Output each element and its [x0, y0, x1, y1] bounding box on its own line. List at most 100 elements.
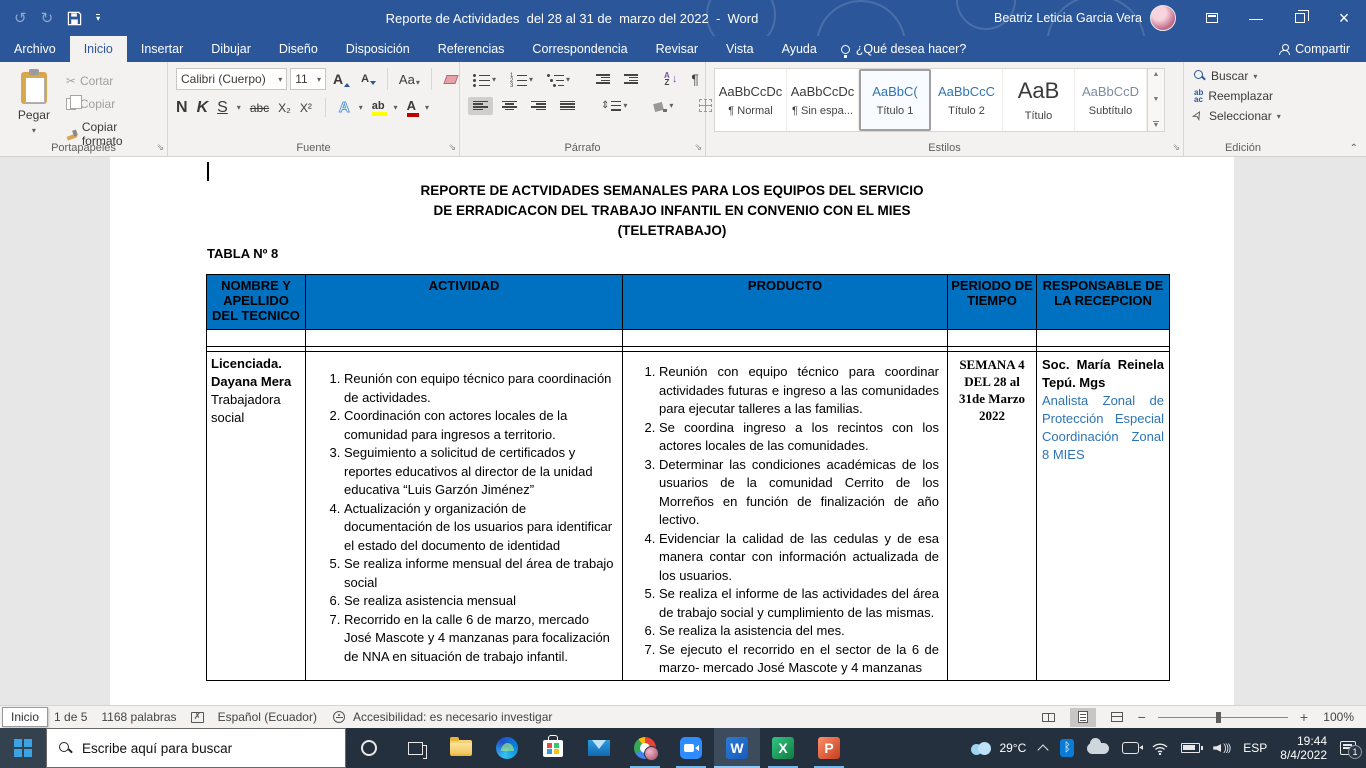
cut-button[interactable]: ✂Cortar: [62, 72, 165, 90]
grow-font-button[interactable]: A: [329, 70, 354, 88]
taskbar-search-box[interactable]: Escribe aquí para buscar: [46, 728, 346, 768]
paste-button[interactable]: Pegar ▾: [6, 66, 62, 138]
tab-correspondencia[interactable]: Correspondencia: [518, 36, 641, 62]
bluetooth-icon[interactable]: [1060, 739, 1074, 757]
proofing-icon[interactable]: [191, 712, 204, 723]
italic-button[interactable]: K: [197, 99, 209, 117]
tab-dibujar[interactable]: Dibujar: [197, 36, 265, 62]
language-indicator[interactable]: Español (Ecuador): [218, 710, 317, 724]
tray-expand-icon[interactable]: [1038, 744, 1049, 755]
tab-ayuda[interactable]: Ayuda: [768, 36, 831, 62]
line-spacing-button[interactable]: ⇕▾: [596, 97, 632, 115]
change-case-button[interactable]: Aa▾: [395, 71, 424, 88]
clear-format-icon[interactable]: [443, 75, 459, 84]
customize-qat-icon[interactable]: ▾: [96, 14, 100, 22]
style-titulo[interactable]: AaBTítulo: [1003, 69, 1075, 131]
chrome-button[interactable]: [622, 728, 668, 768]
cortana-button[interactable]: [346, 728, 392, 768]
find-button[interactable]: Buscar▾: [1194, 69, 1300, 83]
align-right-button[interactable]: [526, 97, 551, 115]
restore-icon[interactable]: [1278, 0, 1322, 36]
font-name-combo[interactable]: Calibri (Cuerpo)▾: [176, 68, 287, 90]
replace-button[interactable]: abacReemplazar: [1194, 89, 1300, 103]
accessibility-status[interactable]: Accesibilidad: es necesario investigar: [353, 710, 552, 724]
multilevel-list-button[interactable]: ▾: [542, 70, 575, 89]
powerpoint-button[interactable]: P: [806, 728, 852, 768]
accessibility-icon[interactable]: [333, 711, 345, 723]
highlight-button[interactable]: ab: [372, 100, 385, 116]
edge-button[interactable]: [484, 728, 530, 768]
zoom-slider[interactable]: [1158, 717, 1288, 718]
bullets-button[interactable]: ▾: [468, 70, 501, 89]
tab-diseno[interactable]: Diseño: [265, 36, 332, 62]
redo-icon[interactable]: ↻: [41, 9, 54, 27]
show-marks-button[interactable]: ¶: [686, 68, 704, 90]
read-mode-button[interactable]: [1036, 708, 1062, 727]
zoom-in-icon[interactable]: +: [1300, 709, 1308, 725]
keyboard-language[interactable]: ESP: [1243, 741, 1267, 755]
underline-button[interactable]: S: [217, 99, 228, 117]
tab-archivo[interactable]: Archivo: [0, 36, 70, 62]
styles-dialog-launcher-icon[interactable]: ⇘: [1172, 142, 1180, 153]
onedrive-icon[interactable]: [1087, 743, 1109, 754]
strikethrough-button[interactable]: abc: [250, 101, 269, 115]
task-view-button[interactable]: [392, 728, 438, 768]
style-titulo-2[interactable]: AaBbCcCTítulo 2: [931, 69, 1003, 131]
undo-icon[interactable]: ↺: [14, 9, 27, 27]
tab-revisar[interactable]: Revisar: [642, 36, 712, 62]
store-button[interactable]: [530, 728, 576, 768]
justify-button[interactable]: [555, 97, 580, 115]
wifi-icon[interactable]: [1152, 742, 1168, 755]
tab-referencias[interactable]: Referencias: [424, 36, 519, 62]
increase-indent-button[interactable]: [619, 70, 643, 88]
file-explorer-button[interactable]: [438, 728, 484, 768]
document-area[interactable]: REPORTE DE ACTVIDADES SEMANALES PARA LOS…: [0, 157, 1366, 705]
page-indicator[interactable]: 1 de 5: [54, 710, 87, 724]
text-effects-button[interactable]: A: [339, 99, 350, 116]
web-layout-button[interactable]: [1104, 708, 1130, 727]
numbering-button[interactable]: 123▾: [505, 70, 538, 89]
close-icon[interactable]: ×: [1322, 0, 1366, 36]
tell-me-box[interactable]: ¿Qué desea hacer?: [831, 36, 977, 62]
weather-widget[interactable]: 29°C: [969, 741, 1026, 755]
styles-gallery-scroll[interactable]: ▲▼▼: [1148, 68, 1165, 132]
account-name[interactable]: Beatriz Leticia Garcia Vera: [994, 11, 1142, 25]
tab-insertar[interactable]: Insertar: [127, 36, 197, 62]
start-button[interactable]: [0, 728, 46, 768]
style-sin-espaciado[interactable]: AaBbCcDc¶ Sin espa...: [787, 69, 859, 131]
tab-inicio[interactable]: Inicio: [70, 36, 127, 62]
clipboard-dialog-launcher-icon[interactable]: ⇘: [156, 142, 164, 153]
align-left-button[interactable]: [468, 97, 493, 115]
style-normal[interactable]: AaBbCcDc¶ Normal: [715, 69, 787, 131]
excel-button[interactable]: X: [760, 728, 806, 768]
ribbon-display-options-icon[interactable]: [1190, 0, 1234, 36]
tab-disposicion[interactable]: Disposición: [332, 36, 424, 62]
style-subtitulo[interactable]: AaBbCcDSubtítulo: [1075, 69, 1147, 131]
meet-now-icon[interactable]: [1122, 742, 1139, 754]
superscript-button[interactable]: X²: [300, 101, 312, 115]
word-count[interactable]: 1168 palabras: [101, 710, 176, 724]
zoom-out-icon[interactable]: −: [1138, 709, 1146, 725]
copy-button[interactable]: Copiar: [62, 95, 165, 113]
paragraph-dialog-launcher-icon[interactable]: ⇘: [694, 142, 702, 153]
word-button[interactable]: W: [714, 728, 760, 768]
print-layout-button[interactable]: [1070, 708, 1096, 727]
bold-button[interactable]: N: [176, 99, 188, 117]
zoom-percentage[interactable]: 100%: [1316, 710, 1354, 724]
minimize-icon[interactable]: —: [1234, 0, 1278, 36]
font-color-button[interactable]: A: [407, 98, 416, 117]
page[interactable]: REPORTE DE ACTVIDADES SEMANALES PARA LOS…: [110, 157, 1234, 705]
avatar[interactable]: [1150, 5, 1176, 31]
shading-button[interactable]: ▾: [648, 97, 678, 115]
font-size-combo[interactable]: 11▾: [290, 68, 326, 90]
sort-button[interactable]: AZ↓: [659, 69, 682, 89]
shrink-font-button[interactable]: A: [357, 72, 380, 86]
subscript-button[interactable]: X₂: [278, 101, 291, 115]
style-titulo-1[interactable]: AaBbC(Título 1: [859, 69, 931, 131]
save-icon[interactable]: [67, 11, 82, 26]
select-button[interactable]: Seleccionar▾: [1194, 109, 1300, 123]
share-button[interactable]: Compartir: [1263, 36, 1366, 62]
align-center-button[interactable]: [497, 97, 522, 115]
tab-vista[interactable]: Vista: [712, 36, 768, 62]
collapse-ribbon-icon[interactable]: ⌃: [1350, 143, 1358, 154]
